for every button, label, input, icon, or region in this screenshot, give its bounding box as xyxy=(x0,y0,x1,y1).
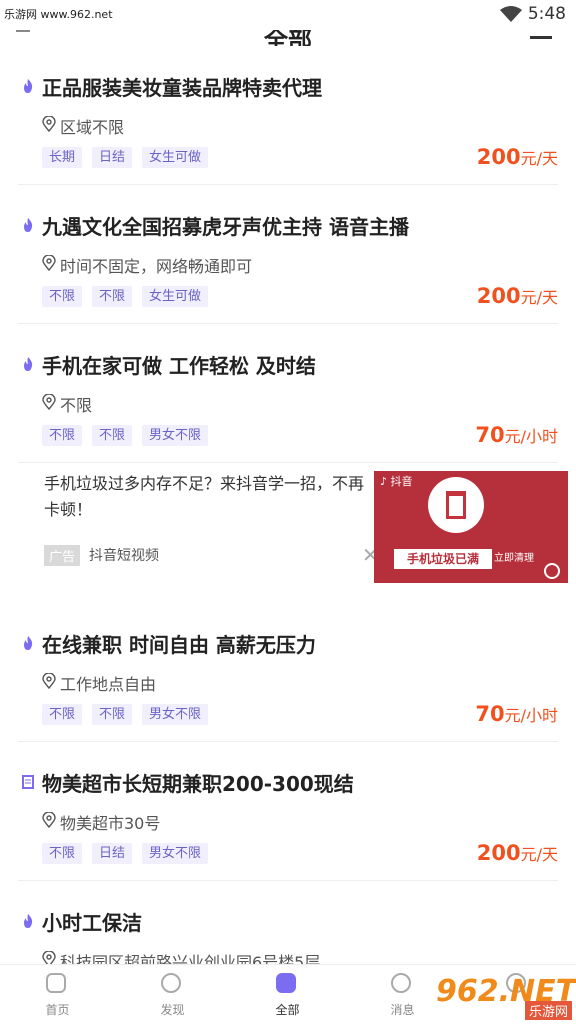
job-tags: 不限 不限 女生可做 xyxy=(42,286,209,307)
flame-icon xyxy=(24,914,33,928)
job-tags: 不限 日结 男女不限 xyxy=(42,843,209,864)
job-location: 工作地点自由 xyxy=(60,675,157,694)
job-title[interactable]: 小时工保洁 xyxy=(42,907,142,936)
ad-card[interactable]: 手机垃圾过多内存不足？来抖音学一招，不再卡顿！ 广告 抖音短视频 ✕ ♪ 抖音 … xyxy=(18,463,568,603)
price-value: 200 xyxy=(476,841,521,865)
job-location: 不限 xyxy=(60,396,93,415)
watermark-logo: 962.NET 乐游网 xyxy=(436,974,576,1022)
tab-label: 发现 xyxy=(160,1003,185,1017)
job-tag: 不限 xyxy=(42,286,83,307)
job-price: 200元/天 xyxy=(477,841,558,865)
job-tags: 长期 日结 女生可做 xyxy=(42,147,209,168)
job-location: 物美超市30号 xyxy=(60,814,161,833)
ad-image-cta[interactable]: 立即清理 xyxy=(494,549,534,569)
job-title[interactable]: 手机在家可做 工作轻松 及时结 xyxy=(42,350,316,379)
status-bar: 乐游网 www.962.net 5:48 xyxy=(0,0,576,30)
job-tag: 长期 xyxy=(42,147,83,168)
refresh-icon xyxy=(544,563,560,579)
job-tag: 不限 xyxy=(42,843,83,864)
location-pin-icon xyxy=(42,812,56,828)
status-time: 5:48 xyxy=(527,4,566,24)
job-tag: 男女不限 xyxy=(142,704,209,725)
job-list: 正品服装美妆童装品牌特卖代理 区域不限 长期 日结 女生可做 200元/天 九遇文化全国招募… xyxy=(0,46,576,1020)
flame-icon xyxy=(24,357,33,371)
flame-icon xyxy=(24,79,33,93)
header: 全部 xyxy=(0,30,576,46)
job-tag: 不限 xyxy=(42,425,83,446)
location-pin-icon xyxy=(42,394,56,410)
ad-source: 抖音短视频 xyxy=(89,548,159,564)
job-tag: 不限 xyxy=(92,425,133,446)
job-tags: 不限 不限 男女不限 xyxy=(42,704,209,725)
price-value: 200 xyxy=(476,145,521,169)
douyin-logo: ♪ 抖音 xyxy=(380,475,413,488)
tab-2[interactable]: 发现 xyxy=(115,965,230,1025)
job-card[interactable]: 手机在家可做 工作轻松 及时结 不限 不限 不限 男女不限 70元/小时 xyxy=(18,324,558,463)
price-value: 200 xyxy=(476,284,521,308)
document-icon xyxy=(22,775,34,789)
job-tag: 女生可做 xyxy=(142,147,209,168)
tab-1[interactable]: 首页 xyxy=(0,965,115,1025)
location-pin-icon xyxy=(42,673,56,689)
flame-icon xyxy=(24,636,33,650)
job-card[interactable]: 正品服装美妆童装品牌特卖代理区域不限长期 日结 女生可做 200元/天 xyxy=(18,46,558,185)
job-tags: 不限 不限 男女不限 xyxy=(42,425,209,446)
job-tag: 不限 xyxy=(92,704,133,725)
price-value: 70 xyxy=(475,423,505,447)
ad-image[interactable]: ♪ 抖音 手机垃圾已满 立即清理 xyxy=(374,471,568,583)
job-card[interactable]: 九遇文化全国招募虎牙声优主持 语音主播 时间不固定，网络畅通即可 不限 不限 女生可做 2… xyxy=(18,185,558,324)
home-icon xyxy=(46,973,66,993)
job-tag: 女生可做 xyxy=(142,286,209,307)
compass-icon xyxy=(161,973,181,993)
trash-icon xyxy=(446,491,466,519)
ad-image-banner: 手机垃圾已满 xyxy=(394,549,492,569)
page-title: 全部 xyxy=(264,30,312,46)
job-location: 区域不限 xyxy=(60,118,125,137)
job-card[interactable]: 物美超市长短期兼职200-300现结物美超市30号不限 日结 男女不限 200元/天 xyxy=(18,742,558,881)
job-price: 200元/天 xyxy=(477,284,558,308)
job-price: 70元/小时 xyxy=(475,702,558,726)
price-unit: 元/小时 xyxy=(504,427,558,446)
job-tag: 男女不限 xyxy=(142,425,209,446)
message-icon xyxy=(391,973,411,993)
tab-3[interactable]: 全部 xyxy=(230,965,345,1025)
location-pin-icon xyxy=(42,116,56,132)
job-title[interactable]: 在线兼职 时间自由 高薪无压力 xyxy=(42,629,316,658)
watermark-small: 乐游网 xyxy=(524,1001,572,1020)
menu-icon[interactable] xyxy=(530,36,552,39)
flame-icon xyxy=(24,218,33,232)
job-tag: 男女不限 xyxy=(142,843,209,864)
price-unit: 元/天 xyxy=(520,149,558,168)
wifi-icon xyxy=(500,6,522,22)
watermark-text: 乐游网 www.962.net xyxy=(4,8,113,21)
job-tag: 不限 xyxy=(42,704,83,725)
price-unit: 元/天 xyxy=(520,288,558,307)
job-title[interactable]: 正品服装美妆童装品牌特卖代理 xyxy=(42,72,322,101)
price-unit: 元/小时 xyxy=(504,706,558,725)
ad-badge: 广告 xyxy=(44,545,81,566)
job-tag: 不限 xyxy=(92,286,133,307)
location-pin-icon xyxy=(42,255,56,271)
job-card[interactable]: 在线兼职 时间自由 高薪无压力 工作地点自由 不限 不限 男女不限 70元/小时 xyxy=(18,603,558,742)
job-tag: 日结 xyxy=(92,147,133,168)
job-title[interactable]: 物美超市长短期兼职200-300现结 xyxy=(42,768,354,797)
price-unit: 元/天 xyxy=(520,845,558,864)
tab-label: 全部 xyxy=(275,1003,300,1017)
job-title[interactable]: 九遇文化全国招募虎牙声优主持 语音主播 xyxy=(42,211,409,240)
list-icon xyxy=(276,973,296,993)
job-price: 200元/天 xyxy=(477,145,558,169)
price-value: 70 xyxy=(475,702,505,726)
tab-label: 首页 xyxy=(45,1003,70,1017)
job-price: 70元/小时 xyxy=(475,423,558,447)
ad-text[interactable]: 手机垃圾过多内存不足？来抖音学一招，不再卡顿！ xyxy=(44,471,374,523)
job-tag: 日结 xyxy=(92,843,133,864)
job-location: 时间不固定，网络畅通即可 xyxy=(60,257,253,276)
